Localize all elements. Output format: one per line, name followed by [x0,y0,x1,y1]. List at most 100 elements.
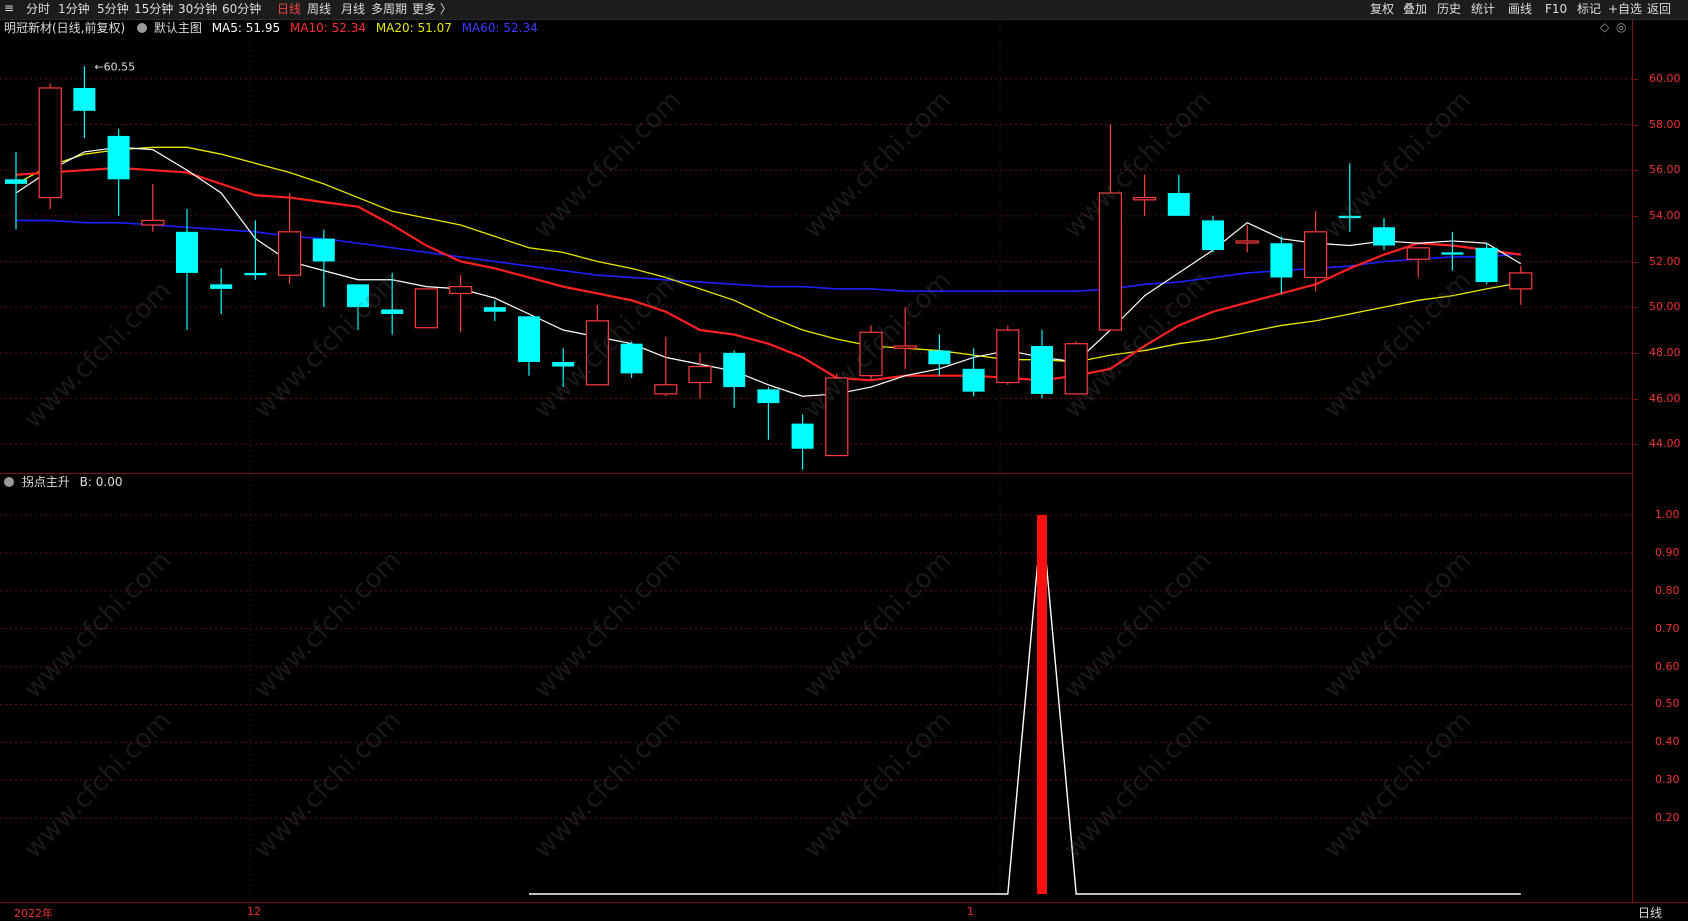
high-price-label: ←60.55 [94,60,135,73]
price-tick-mark [1633,352,1638,354]
toolbar-right-5[interactable]: F10 [1545,2,1567,17]
period-3[interactable]: 15分钟 [134,2,173,17]
candle[interactable] [1270,236,1293,294]
price-tick: 50.00 [1649,300,1681,314]
candle[interactable] [791,414,814,470]
signal-tick: 0.60 [1655,659,1680,673]
candle[interactable] [928,334,951,376]
candle[interactable] [1031,330,1053,399]
price-tick: 60.00 [1649,71,1681,85]
sub-chart-panel[interactable]: 拐点主升 B: 0.00 [0,474,1632,901]
price-tick-mark [1633,444,1638,446]
candle[interactable] [1098,124,1123,331]
date-label-left: 2022年 [14,907,53,920]
ma20-line [15,146,1521,363]
menu-icon[interactable]: ≡ [4,1,14,16]
period-10[interactable]: 更多 〉 [412,2,452,17]
candle[interactable] [483,300,506,321]
main-chart-panel[interactable]: 明冠新材(日线,前复权) 默认主图 MA5: 51.95 MA10: 52.34… [0,20,1632,473]
candle[interactable] [1303,211,1328,292]
toolbar-right-4[interactable]: 画线 [1508,2,1532,17]
toolbar-right-7[interactable]: +自选 [1608,2,1642,17]
candle[interactable] [210,268,233,315]
period-toolbar: 分时 1分钟 5分钟 15分钟 30分钟 60分钟 日线 周线 月线 多周期 更多 〉 复权 叠加 历史统… [0,0,1688,20]
price-tick-mark [1633,398,1638,400]
price-tick: 58.00 [1649,117,1681,131]
candle[interactable] [723,350,746,408]
candle[interactable] [585,304,610,386]
period-6[interactable]: 日线 [277,2,301,17]
candle[interactable] [1441,231,1464,271]
candle[interactable] [518,316,540,376]
candle[interactable] [5,151,27,230]
period-9[interactable]: 多周期 [371,2,407,17]
candle[interactable] [1509,266,1533,305]
price-tick-mark [1633,261,1638,263]
period-0[interactable]: 分时 [26,2,50,17]
price-tick: 56.00 [1649,163,1681,177]
candle[interactable] [347,284,369,330]
price-tick: 48.00 [1649,345,1681,359]
toolbar-right-2[interactable]: 历史 [1437,2,1461,17]
candle[interactable] [1338,163,1361,232]
price-tick: 46.00 [1649,391,1681,405]
period-5[interactable]: 60分钟 [222,2,261,17]
toolbar-right-6[interactable]: 标记 [1577,2,1601,17]
candle[interactable] [1064,341,1088,395]
period-4[interactable]: 30分钟 [178,2,217,17]
candle[interactable] [1167,174,1190,216]
period-indicator[interactable]: 日线 [1638,904,1662,921]
signal-chart[interactable] [0,474,1632,901]
candle[interactable] [757,387,780,440]
price-axis[interactable]: 60.00 58.00 56.00 54.00 52.00 50.00 48.00 46.00… [1633,20,1688,473]
candle[interactable] [1202,215,1224,253]
signal-axis[interactable]: 1.00 0.90 0.80 0.70 0.60 0.50 0.40 0.30 0.20 [1633,474,1688,901]
candle[interactable] [1475,243,1498,285]
candle[interactable] [654,336,678,397]
signal-line [529,514,1521,895]
toolbar-right-0[interactable]: 复权 [1370,2,1394,17]
price-tick: 52.00 [1649,254,1681,268]
price-tick: 54.00 [1649,208,1681,222]
candle[interactable] [688,352,712,399]
price-tick-mark [1633,215,1638,217]
candle[interactable] [893,307,917,369]
period-8[interactable]: 月线 [341,2,365,17]
price-tick: 44.00 [1649,437,1681,451]
candle[interactable] [141,183,165,232]
candle[interactable] [278,193,302,285]
candle[interactable] [38,83,62,209]
period-2[interactable]: 5分钟 [97,2,129,17]
period-7[interactable]: 周线 [307,2,331,17]
toolbar-right-1[interactable]: 叠加 [1403,2,1427,17]
price-tick-mark [1633,170,1638,172]
candle[interactable] [449,275,473,333]
candle[interactable] [1406,247,1430,278]
candlestick-chart[interactable]: ←60.55←42.88 [0,20,1632,473]
candle[interactable] [552,348,575,388]
date-axis: 2022年 12 1 日线 [0,902,1688,920]
candle[interactable] [107,129,130,216]
candle[interactable] [414,288,438,329]
candle[interactable] [381,272,404,335]
signal-bar [1037,514,1047,894]
signal-tick: 1.00 [1655,507,1680,521]
candle[interactable] [620,341,643,378]
signal-tick: 0.80 [1655,583,1680,597]
candle[interactable] [825,373,849,457]
signal-tick: 0.20 [1655,811,1680,825]
signal-tick: 0.30 [1655,773,1680,787]
toolbar-right-3[interactable]: 统计 [1471,2,1495,17]
period-1[interactable]: 1分钟 [58,2,90,17]
candle[interactable] [859,325,883,381]
ma10-line [15,166,1521,382]
price-tick-mark [1633,78,1638,80]
price-tick-mark [1633,307,1638,309]
candle[interactable] [1373,218,1395,251]
toolbar-right-8[interactable]: 返回 [1647,2,1671,17]
candle[interactable] [73,66,96,139]
price-tick-mark [1633,124,1638,126]
candle[interactable] [996,325,1020,385]
signal-tick: 0.40 [1655,735,1680,749]
candle[interactable] [1132,174,1157,216]
